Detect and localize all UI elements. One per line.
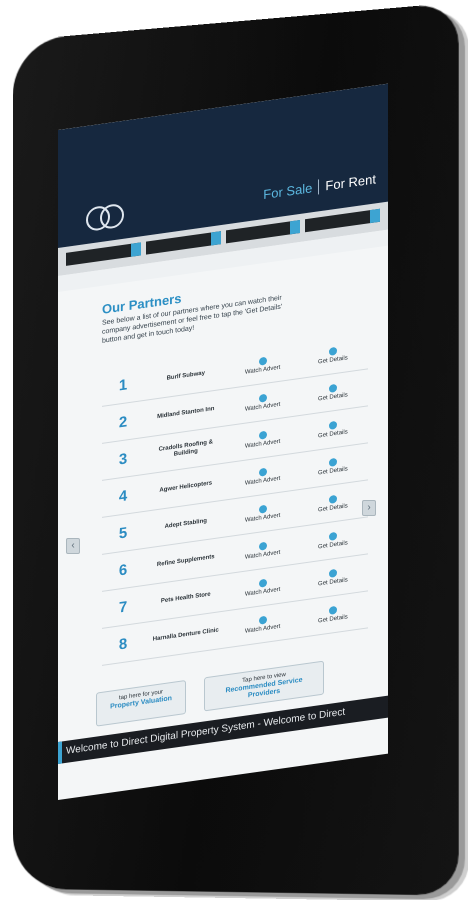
get-details-button[interactable]: Get Details — [298, 416, 368, 443]
row-number: 7 — [118, 597, 128, 616]
play-icon — [258, 393, 267, 403]
watch-advert-button[interactable]: Watch Advert — [228, 500, 298, 527]
partner-name: Agwer Helicopters — [159, 479, 213, 494]
partner-name: Midland Stanton Inn — [157, 405, 215, 420]
play-icon — [258, 356, 267, 366]
partner-name: Pets Health Store — [160, 591, 211, 605]
partners-list: 1 Burlf Subway Watch Advert Get Details … — [102, 332, 368, 666]
watch-advert-button[interactable]: Watch Advert — [228, 537, 298, 564]
watch-advert-button[interactable]: Watch Advert — [228, 389, 298, 416]
get-details-button[interactable]: Get Details — [298, 564, 368, 591]
row-number: 8 — [118, 634, 128, 653]
row-number: 1 — [118, 375, 128, 394]
row-number: 6 — [118, 560, 128, 579]
nav-button-1[interactable] — [66, 242, 141, 266]
watch-advert-label: Watch Advert — [244, 364, 281, 376]
nav-button-3[interactable] — [225, 219, 301, 244]
tab-for-rent[interactable]: For Rent — [319, 171, 376, 194]
listing-tabs: For Sale For Rent — [263, 171, 376, 203]
info-icon — [328, 494, 337, 504]
get-details-button[interactable]: Get Details — [298, 453, 368, 480]
kiosk-screen: For Sale For Rent Our Partners See below… — [58, 83, 388, 800]
watch-advert-label: Watch Advert — [244, 623, 281, 635]
row-number: 3 — [118, 449, 128, 468]
play-icon — [258, 615, 267, 625]
play-icon — [258, 430, 267, 440]
nav-button-4[interactable] — [305, 208, 380, 233]
watch-advert-button[interactable]: Watch Advert — [228, 426, 298, 453]
watch-advert-label: Watch Advert — [244, 549, 281, 561]
get-details-button[interactable]: Get Details — [298, 379, 368, 406]
get-details-button[interactable]: Get Details — [298, 342, 368, 369]
info-icon — [328, 420, 337, 430]
get-details-label: Get Details — [318, 428, 348, 439]
get-details-label: Get Details — [318, 539, 348, 550]
info-icon — [328, 568, 337, 578]
info-icon — [328, 531, 337, 541]
watch-advert-label: Watch Advert — [244, 401, 281, 413]
info-icon — [328, 383, 337, 393]
get-details-label: Get Details — [318, 391, 348, 402]
get-details-label: Get Details — [318, 354, 348, 365]
watch-advert-button[interactable]: Watch Advert — [228, 574, 298, 601]
get-details-label: Get Details — [318, 613, 348, 624]
play-icon — [258, 504, 267, 514]
watch-advert-button[interactable]: Watch Advert — [228, 611, 298, 638]
watch-advert-label: Watch Advert — [244, 475, 281, 487]
row-number: 4 — [118, 486, 128, 505]
get-details-button[interactable]: Get Details — [298, 601, 368, 628]
service-providers-button[interactable]: Tap here to view Recommended Service Pro… — [204, 660, 324, 712]
get-details-button[interactable]: Get Details — [298, 490, 368, 517]
partner-name: Cradolls Roofing & Building — [158, 439, 213, 458]
get-details-label: Get Details — [318, 465, 348, 476]
row-number: 2 — [118, 412, 128, 431]
watch-advert-label: Watch Advert — [244, 586, 281, 598]
nav-button-2[interactable] — [145, 231, 221, 255]
info-icon — [328, 605, 337, 615]
info-icon — [328, 346, 337, 356]
chevron-right-icon[interactable]: › — [362, 500, 376, 516]
tab-for-sale[interactable]: For Sale — [263, 179, 320, 203]
brand-logo-icon — [86, 202, 126, 233]
partner-name: Burlf Subway — [166, 369, 205, 382]
get-details-label: Get Details — [318, 502, 348, 513]
property-valuation-button[interactable]: tap here for your Property Valuation — [96, 680, 186, 727]
watch-advert-label: Watch Advert — [244, 512, 281, 524]
row-number: 5 — [118, 523, 128, 542]
info-icon — [328, 457, 337, 467]
partner-name: Refine Supplements — [156, 553, 215, 568]
play-icon — [258, 467, 267, 477]
play-icon — [258, 578, 267, 588]
get-details-label: Get Details — [318, 576, 348, 587]
chevron-left-icon[interactable]: ‹ — [66, 538, 80, 554]
play-icon — [258, 541, 267, 551]
get-details-button[interactable]: Get Details — [298, 527, 368, 554]
watch-advert-label: Watch Advert — [244, 438, 281, 450]
watch-advert-button[interactable]: Watch Advert — [228, 463, 298, 490]
partners-section: Our Partners See below a list of our par… — [58, 246, 388, 672]
partner-name: Adept Stabling — [164, 517, 207, 530]
partner-name: Harnalla Denture Clinic — [152, 626, 219, 643]
watch-advert-button[interactable]: Watch Advert — [228, 352, 298, 379]
